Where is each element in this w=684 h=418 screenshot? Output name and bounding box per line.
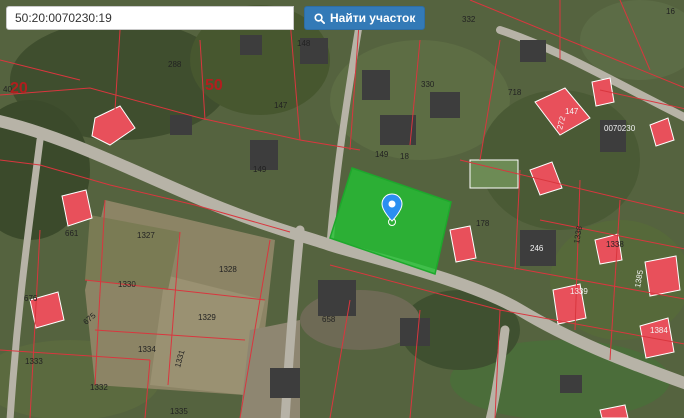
parcel-label: 332 (462, 15, 476, 24)
parcel-label: 288 (168, 60, 182, 69)
parcel-label: 1384 (650, 326, 668, 335)
parcel-label: 1329 (198, 313, 216, 322)
search-bar: Найти участок (6, 5, 426, 31)
parcel-label: 147 (274, 101, 288, 110)
find-parcel-button[interactable]: Найти участок (304, 6, 426, 30)
parcel-label: 1338 (606, 240, 624, 249)
parcel-label: 18 (400, 152, 409, 161)
parcel-label: 1334 (138, 345, 156, 354)
quarter-label-20: 20 (10, 80, 28, 97)
parcel-label: 658 (322, 315, 336, 324)
parcel-label: 148 (297, 39, 311, 48)
quarter-label-50: 50 (205, 77, 223, 94)
parcel-label: 661 (65, 229, 79, 238)
parcel-label: 1333 (25, 357, 43, 366)
parcel-label: 330 (421, 80, 435, 89)
parcel-label: 718 (508, 88, 522, 97)
search-icon (314, 12, 325, 24)
parcel-label: 1330 (118, 280, 136, 289)
find-parcel-label: Найти участок (330, 11, 416, 25)
parcel-label: 1332 (90, 383, 108, 392)
parcel-label: 147 (565, 107, 579, 116)
parcel-label: 676 (24, 294, 38, 303)
parcel-label: 149 (375, 150, 389, 159)
block-label: 0070230 (604, 124, 636, 133)
cadastral-number-input[interactable] (6, 6, 294, 30)
parcel-label: 149 (253, 165, 267, 174)
parcel-label: 178 (476, 219, 490, 228)
parcel-label: 16 (666, 7, 675, 16)
parcel-label: 1328 (219, 265, 237, 274)
parcel-label: 1339 (570, 287, 588, 296)
parcel-label: 1327 (137, 231, 155, 240)
satellite-map[interactable]: 33216148288330718147272147149 18149178246… (0, 0, 684, 418)
parcel-label: 1335 (170, 407, 188, 416)
parcel-label: 246 (530, 244, 544, 253)
